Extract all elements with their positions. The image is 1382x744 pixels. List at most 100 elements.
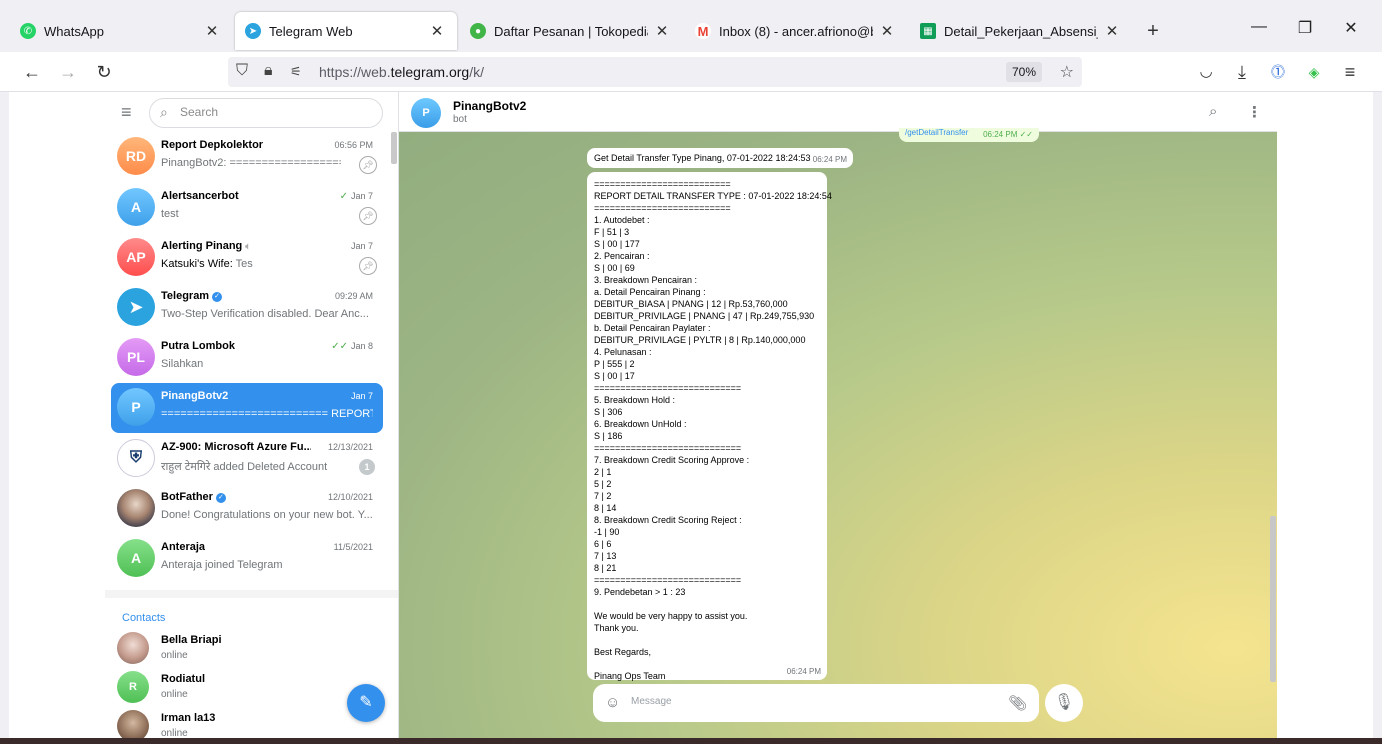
chat-item-pinangbotv2[interactable]: P PinangBotv2 Jan 7 ====================… (111, 383, 383, 433)
close-icon[interactable]: ✕ (204, 22, 220, 40)
chat-preview: Done! Congratulations on your new bot. Y… (161, 509, 373, 521)
report-line: 8. Breakdown Credit Scoring Reject : (594, 515, 742, 525)
url-text[interactable]: https://web.telegram.org/k/ (319, 64, 484, 80)
peer-name[interactable]: PinangBotv2 (453, 99, 526, 113)
report-line: S | 186 (594, 431, 623, 441)
chat-preview: Anteraja joined Telegram (161, 559, 283, 571)
search-icon[interactable]: ⌕ (1209, 103, 1217, 120)
chat-list-scrollbar[interactable] (391, 132, 397, 164)
search-input[interactable] (180, 105, 370, 119)
left-gutter (9, 92, 105, 738)
chat-time: 12/13/2021 (327, 442, 373, 452)
close-icon[interactable]: ✕ (429, 22, 445, 40)
chat-time: Jan 7 (350, 241, 373, 251)
message-composer[interactable]: ☺ 📎︎ (593, 684, 1039, 722)
message-input[interactable] (631, 696, 1001, 707)
peer-avatar[interactable]: P (411, 98, 441, 128)
tab-sheets[interactable]: ▦ Detail_Pekerjaan_Absensi_Karya ✕ (910, 12, 1132, 50)
chat-item-telegram[interactable]: ➤ Telegram ✓ 09:29 AM Two-Step Verificati… (111, 283, 383, 333)
emoji-icon[interactable]: ☺ (605, 694, 620, 711)
gmail-icon: M (695, 23, 711, 39)
avatar: AP (117, 238, 155, 276)
report-line: ========================== (594, 203, 731, 213)
extension-icon[interactable]: ◈ (1303, 61, 1325, 83)
incoming-message[interactable]: Get Detail Transfer Type Pinang, 07-01-2… (587, 148, 853, 168)
report-line: ============================ (594, 443, 742, 453)
report-line: ============================ (594, 383, 742, 393)
report-line: 5 | 2 (594, 479, 612, 489)
tab-telegram-web[interactable]: ➤ Telegram Web ✕ (235, 12, 457, 50)
incoming-message-report[interactable]: ========================== REPORT DETAIL … (587, 172, 832, 681)
hamburger-menu-icon[interactable]: ≡ (121, 102, 139, 122)
forward-button[interactable]: → (57, 61, 79, 83)
report-line: b. Detail Pencairan Paylater : (594, 323, 711, 333)
chat-item-alertsancerbot[interactable]: A Alertsancerbot ✓ Jan 7 test 📌︎ (111, 183, 383, 233)
report-line: DEBITUR_PRIVILAGE | PNANG | 47 | Rp.249,… (594, 311, 815, 321)
restore-icon[interactable]: ❐ (1295, 18, 1315, 38)
whatsapp-icon: ✆ (20, 23, 36, 39)
outgoing-message[interactable]: /getDetailTransfer 06:24 PM ✓✓ (899, 128, 1039, 142)
pocket-icon[interactable]: ◡ (1195, 61, 1217, 83)
chat-name: Putra Lombok (161, 340, 235, 352)
chat-preview: test (161, 208, 179, 220)
new-tab-button[interactable]: + (1143, 20, 1163, 43)
contact-name: Irman la13 (161, 712, 216, 724)
chat-item-alerting-pinang[interactable]: AP Alerting Pinang 🔈︎ Jan 7 Katsuki's Wif… (111, 233, 383, 283)
messages-scrollbar[interactable] (1270, 516, 1276, 682)
avatar: P (117, 388, 155, 426)
password-manager-icon[interactable]: ⓵ (1267, 61, 1289, 83)
menu-icon[interactable]: ≡ (1339, 61, 1361, 83)
report-line: 7 | 13 (594, 551, 617, 561)
message-time: 06:24 PM (786, 667, 821, 676)
report-line: 5. Breakdown Hold : (594, 395, 676, 405)
contact-rodiatul[interactable]: R Rodiatul online (117, 669, 377, 707)
tab-whatsapp[interactable]: ✆ WhatsApp ✕ (10, 12, 232, 50)
chat-item-botfather[interactable]: BotFather ✓ 12/10/2021 Done! Congratulati… (111, 484, 383, 534)
chat-item-report-depkolektor[interactable]: RD Report Depkolektor 06:56 PM PinangBot… (111, 132, 383, 182)
downloads-icon[interactable]: ⤓ (1231, 61, 1253, 83)
chat-time: ✓ Jan 7 (339, 191, 373, 202)
more-options-icon[interactable]: ⋮ (1247, 103, 1262, 121)
chat-item-az-900[interactable]: ⛨ AZ-900: Microsoft Azure Fu...🔈︎ 12/13/… (111, 434, 383, 484)
report-line: P | 555 | 2 (594, 359, 635, 369)
tab-tokopedia[interactable]: ● Daftar Pesanan | Tokopedia ✕ (460, 12, 682, 50)
tab-gmail[interactable]: M Inbox (8) - ancer.afriono@bank ✕ (685, 12, 907, 50)
reload-button[interactable]: ↻ (93, 61, 115, 83)
shield-icon[interactable]: ⛉ (236, 62, 248, 80)
chat-item-putra-lombok[interactable]: PL Putra Lombok ✓✓ Jan 8 Silahkan (111, 333, 383, 383)
contact-irman[interactable]: Irman la13 online (117, 708, 377, 738)
chat-name: PinangBotv2 (161, 390, 229, 402)
search-box[interactable]: ⌕ (149, 98, 383, 128)
botfather-avatar-icon (117, 489, 155, 527)
telegram-icon: ➤ (245, 23, 261, 39)
report-line: 6. Breakdown UnHold : (594, 419, 687, 429)
chat-name: Telegram ✓ (161, 290, 223, 302)
microphone-button[interactable]: 🎙︎ (1045, 684, 1083, 722)
close-icon[interactable]: ✕ (879, 22, 895, 40)
back-button[interactable]: ← (21, 61, 43, 83)
bookmark-star-icon[interactable]: ☆ (1060, 62, 1074, 82)
minimize-icon[interactable]: — (1249, 18, 1269, 36)
tab-title: WhatsApp (44, 23, 104, 39)
tab-title: Inbox (8) - ancer.afriono@bank (719, 23, 873, 39)
contact-avatar: R (117, 671, 149, 703)
lock-icon[interactable]: 🔒︎ (264, 62, 273, 80)
zoom-level[interactable]: 70% (1005, 62, 1042, 82)
paperclip-icon[interactable]: 📎︎ (1008, 694, 1027, 712)
chat-header[interactable]: P PinangBotv2 bot ⌕ ⋮ (399, 92, 1277, 132)
chat-time: 11/5/2021 (333, 542, 373, 552)
telegram-logo-icon: ➤ (117, 288, 155, 326)
tab-title: Telegram Web (269, 23, 353, 39)
close-window-icon[interactable]: ✕ (1341, 18, 1361, 38)
peer-status: bot (453, 114, 467, 125)
chat-item-anteraja[interactable]: A Anteraja 11/5/2021 Anteraja joined Tel… (111, 534, 383, 584)
report-line (594, 634, 832, 646)
contact-name: Bella Briapi (161, 634, 222, 646)
close-icon[interactable]: ✕ (654, 22, 670, 40)
permissions-icon[interactable]: ⚟ (290, 64, 302, 80)
contact-bella-briapi[interactable]: Bella Briapi online (117, 630, 377, 668)
url-bar[interactable]: ⛉ 🔒︎ ⚟ https://web.telegram.org/k/ 70% ☆ (228, 57, 1082, 87)
compose-pencil-button[interactable]: ✎ (347, 684, 385, 722)
command-text[interactable]: /getDetailTransfer (905, 128, 968, 137)
close-icon[interactable]: ✕ (1104, 22, 1120, 40)
